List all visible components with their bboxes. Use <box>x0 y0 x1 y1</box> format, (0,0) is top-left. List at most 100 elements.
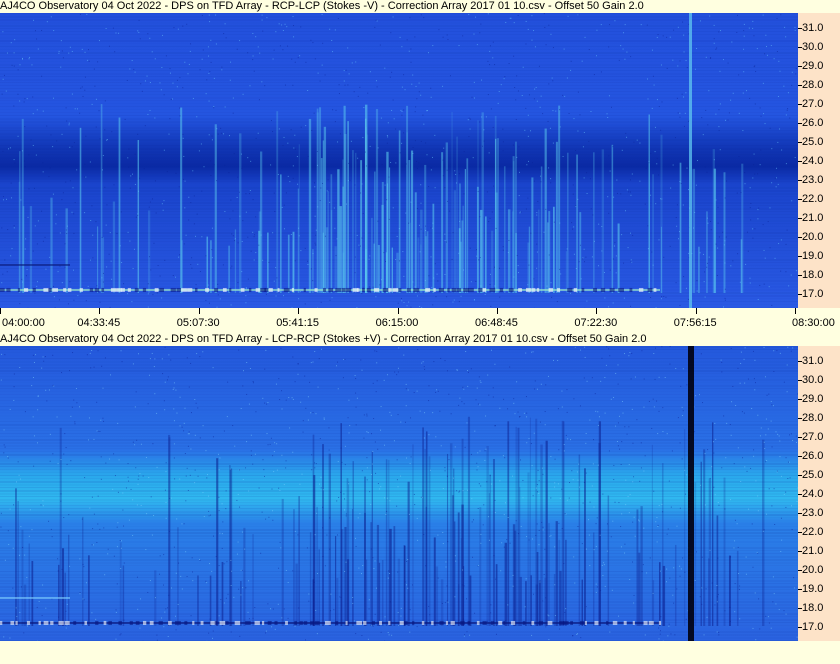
interference-dash <box>374 287 380 292</box>
noise-speckle <box>115 32 117 34</box>
noise-speckle <box>653 406 655 408</box>
noise-speckle <box>660 298 662 300</box>
noise-speckle <box>270 164 272 166</box>
noise-speckle <box>252 617 254 619</box>
noise-speckle <box>767 428 769 430</box>
noise-speckle <box>261 14 263 16</box>
noise-speckle <box>374 613 376 615</box>
noise-speckle <box>713 486 715 488</box>
noise-speckle <box>247 278 249 280</box>
noise-speckle <box>95 221 97 223</box>
burst-streak <box>504 542 508 626</box>
noise-speckle <box>161 203 163 205</box>
noise-band <box>0 472 798 473</box>
noise-speckle <box>65 447 67 449</box>
noise-speckle <box>608 95 610 97</box>
noise-speckle <box>632 442 634 444</box>
noise-speckle <box>121 361 123 363</box>
noise-speckle <box>695 395 697 397</box>
burst-streak <box>258 211 262 293</box>
noise-speckle <box>388 634 390 636</box>
noise-speckle <box>606 550 608 552</box>
noise-speckle <box>459 490 461 492</box>
noise-speckle <box>252 55 254 57</box>
interference-line <box>0 597 70 599</box>
noise-speckle <box>444 274 446 276</box>
noise-speckle <box>717 502 719 504</box>
noise-speckle <box>128 480 130 482</box>
noise-speckle <box>525 578 527 580</box>
noise-speckle <box>434 134 436 136</box>
noise-speckle <box>396 235 398 237</box>
noise-speckle <box>37 409 39 411</box>
burst-streak <box>316 506 318 626</box>
noise-speckle <box>714 604 716 606</box>
noise-speckle <box>343 80 345 82</box>
noise-speckle <box>490 349 492 351</box>
noise-speckle <box>375 391 377 393</box>
noise-speckle <box>118 32 120 34</box>
noise-speckle <box>458 173 460 175</box>
noise-speckle <box>763 249 765 251</box>
noise-speckle <box>731 401 733 403</box>
noise-speckle <box>716 631 718 633</box>
noise-speckle <box>582 146 584 148</box>
noise-speckle <box>24 126 26 128</box>
noise-speckle <box>32 144 34 146</box>
noise-speckle <box>718 504 720 506</box>
noise-band <box>0 469 798 470</box>
noise-speckle <box>129 240 131 242</box>
interference-dash <box>48 287 52 292</box>
noise-speckle <box>127 157 129 159</box>
noise-speckle <box>512 585 514 587</box>
noise-speckle <box>292 177 294 179</box>
noise-speckle <box>401 300 403 302</box>
noise-speckle <box>624 552 626 554</box>
noise-speckle <box>516 255 518 257</box>
burst-streak <box>378 562 381 626</box>
noise-speckle <box>21 278 23 280</box>
noise-speckle <box>223 563 225 565</box>
noise-speckle <box>533 30 535 32</box>
interference-dash <box>303 287 306 292</box>
noise-speckle <box>579 486 581 488</box>
noise-band <box>0 19 798 21</box>
noise-speckle <box>46 400 48 402</box>
noise-speckle <box>79 13 81 15</box>
noise-speckle <box>221 69 223 71</box>
noise-speckle <box>376 380 378 382</box>
noise-speckle <box>585 606 587 608</box>
noise-speckle <box>738 588 740 590</box>
noise-speckle <box>65 229 67 231</box>
burst-streak <box>679 162 682 293</box>
noise-speckle <box>319 200 321 202</box>
noise-speckle <box>196 213 198 215</box>
noise-speckle <box>542 113 544 115</box>
noise-speckle <box>636 419 638 421</box>
noise-speckle <box>573 118 575 120</box>
noise-speckle <box>674 634 676 636</box>
noise-speckle <box>165 55 167 57</box>
noise-speckle <box>713 42 715 44</box>
interference-dash <box>600 287 606 292</box>
noise-speckle <box>528 539 530 541</box>
noise-speckle <box>193 223 195 225</box>
interference-dash <box>357 287 360 292</box>
noise-speckle <box>291 58 293 60</box>
burst-streak <box>540 166 543 293</box>
noise-speckle <box>534 380 536 382</box>
noise-speckle <box>713 159 715 161</box>
noise-speckle <box>445 241 447 243</box>
noise-speckle <box>115 609 117 611</box>
noise-speckle <box>275 383 277 385</box>
noise-speckle <box>278 23 280 25</box>
noise-speckle <box>686 167 688 169</box>
noise-speckle <box>345 69 347 71</box>
noise-speckle <box>103 527 105 529</box>
noise-speckle <box>141 90 143 92</box>
noise-speckle <box>397 486 399 488</box>
noise-speckle <box>240 569 242 571</box>
noise-speckle <box>791 200 793 202</box>
noise-speckle <box>283 484 285 486</box>
noise-speckle <box>358 244 360 246</box>
